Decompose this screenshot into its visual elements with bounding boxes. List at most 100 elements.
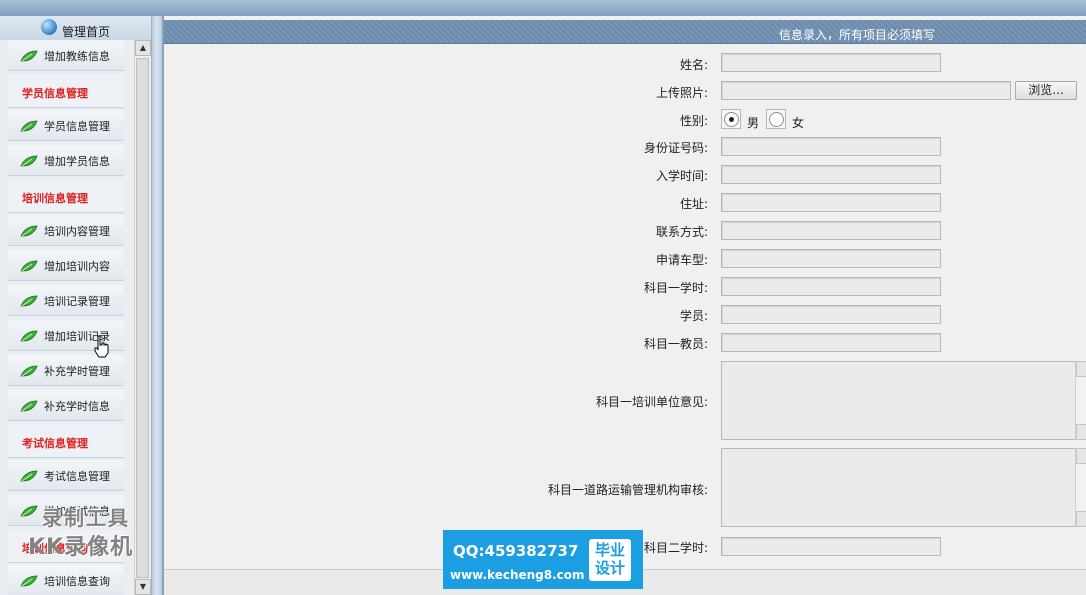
sidebar-item-label[interactable]: 增加培训内容 bbox=[44, 258, 110, 274]
sidebar-item-label[interactable]: 增加学员信息 bbox=[44, 153, 110, 169]
sidebar-group-label: 学员信息管理 bbox=[22, 87, 88, 100]
sidebar-item-label[interactable]: 补充学时管理 bbox=[44, 363, 110, 379]
student-input[interactable] bbox=[721, 305, 941, 324]
sidebar-group-header: 考试信息管理 bbox=[8, 425, 124, 458]
sidebar-item[interactable]: 增加培训内容 bbox=[8, 250, 124, 281]
badge-line1: 毕业 bbox=[594, 541, 625, 559]
banner-badge: 毕业 设计 bbox=[589, 539, 631, 581]
hand-cursor-icon bbox=[94, 335, 109, 358]
sidebar-item[interactable]: 学员信息管理 bbox=[8, 110, 124, 141]
sidebar-item[interactable]: 考试信息管理 bbox=[8, 460, 124, 491]
enroll-time-label: 入学时间: bbox=[655, 169, 708, 183]
top-bar bbox=[0, 0, 1086, 16]
sidebar-item-label[interactable]: 补充学时信息 bbox=[44, 398, 110, 414]
main-panel: 信息录入，所有项目必须填写 姓名: 上传照片: 浏览... 性别: 男 女 身份… bbox=[162, 16, 1086, 595]
sidebar-item-label[interactable]: 培训内容管理 bbox=[44, 223, 110, 239]
promo-banner: QQ:459382737 www.kecheng8.com 毕业 设计 bbox=[443, 530, 643, 589]
sidebar-item[interactable]: 培训信息查询 bbox=[8, 565, 124, 595]
scroll-up-arrow-icon[interactable] bbox=[1076, 448, 1086, 464]
contact-input[interactable] bbox=[721, 221, 941, 240]
sidebar-group-header: 学员信息管理 bbox=[8, 75, 124, 108]
leaf-icon bbox=[20, 50, 38, 62]
leaf-icon bbox=[20, 365, 38, 377]
sidebar-item[interactable]: 补充学时信息 bbox=[8, 390, 124, 421]
textarea-scrollbar[interactable] bbox=[1075, 448, 1086, 527]
gender-female-radio[interactable] bbox=[769, 112, 784, 127]
scroll-up-arrow-icon[interactable]: ▲ bbox=[135, 40, 151, 56]
leaf-icon bbox=[20, 225, 38, 237]
vehicle-type-label: 申请车型: bbox=[655, 253, 708, 267]
gender-label: 性别: bbox=[679, 114, 708, 128]
form-title: 信息录入，所有项目必须填写 bbox=[779, 28, 936, 42]
leaf-icon bbox=[20, 470, 38, 482]
leaf-icon bbox=[20, 400, 38, 412]
leaf-icon bbox=[20, 260, 38, 272]
gender-female-radio-frame bbox=[766, 109, 786, 129]
subject1-hours-input[interactable] bbox=[721, 277, 941, 296]
watermark-line2: KK录像机 bbox=[28, 535, 134, 560]
sidebar-item[interactable]: 培训内容管理 bbox=[8, 215, 124, 246]
textarea-scrollbar[interactable] bbox=[1075, 361, 1086, 440]
address-input[interactable] bbox=[721, 193, 941, 212]
sidebar-item-label[interactable]: 增加教练信息 bbox=[44, 48, 110, 64]
gender-male-label[interactable]: 男 bbox=[747, 114, 759, 131]
id-number-label: 身份证号码: bbox=[643, 141, 708, 155]
form-header: 信息录入，所有项目必须填写 bbox=[164, 20, 1086, 44]
sidebar-home[interactable]: 管理首页 bbox=[0, 16, 151, 40]
recorder-watermark: 录制工具 KK录像机 bbox=[28, 502, 151, 562]
scroll-thumb[interactable] bbox=[136, 58, 149, 578]
subject2-hours-label: 科目二学时: bbox=[643, 541, 708, 555]
address-label: 住址: bbox=[679, 197, 708, 211]
scroll-up-arrow-icon[interactable] bbox=[1076, 361, 1086, 377]
gender-male-radio-frame bbox=[721, 109, 741, 129]
scroll-down-arrow-icon[interactable] bbox=[1076, 511, 1086, 527]
sidebar: 管理首页 增加教练信息 学员信息管理 学员信息管理 增加学员信息 培训信息管理 培训内容管… bbox=[0, 16, 152, 595]
badge-line2: 设计 bbox=[594, 559, 625, 577]
sidebar-item-label[interactable]: 考试信息管理 bbox=[44, 468, 110, 484]
leaf-icon bbox=[20, 120, 38, 132]
watermark-line1: 录制工具 bbox=[42, 506, 130, 530]
leaf-icon bbox=[20, 155, 38, 167]
subject1-unit-opinion-textarea[interactable] bbox=[721, 361, 1086, 440]
sidebar-item-label[interactable]: 培训记录管理 bbox=[44, 293, 110, 309]
sidebar-item-label[interactable]: 培训信息查询 bbox=[44, 573, 110, 589]
app-window: 管理首页 增加教练信息 学员信息管理 学员信息管理 增加学员信息 培训信息管理 培训内容管… bbox=[0, 0, 1086, 595]
sidebar-item[interactable]: 增加学员信息 bbox=[8, 145, 124, 176]
subject1-road-review-textarea[interactable] bbox=[721, 448, 1086, 527]
student-label: 学员: bbox=[679, 309, 708, 323]
subject1-road-review-label: 科目一道路运输管理机构审核: bbox=[547, 483, 708, 497]
gender-male-radio[interactable] bbox=[724, 112, 739, 127]
subject2-hours-input[interactable] bbox=[721, 537, 941, 556]
sidebar-item[interactable]: 补充学时管理 bbox=[8, 355, 124, 386]
scroll-down-arrow-icon[interactable] bbox=[1076, 424, 1086, 440]
radio-selected-dot bbox=[729, 117, 734, 122]
photo-file-input[interactable] bbox=[721, 81, 1011, 100]
enroll-time-input[interactable] bbox=[721, 165, 941, 184]
subject1-hours-label: 科目一学时: bbox=[643, 281, 708, 295]
subject1-coach-label: 科目一教员: bbox=[643, 337, 708, 351]
name-input[interactable] bbox=[721, 53, 941, 72]
sidebar-group-label: 培训信息管理 bbox=[22, 192, 88, 205]
id-number-input[interactable] bbox=[721, 137, 941, 156]
name-label: 姓名: bbox=[679, 58, 708, 72]
scroll-down-arrow-icon[interactable]: ▼ bbox=[135, 579, 151, 595]
contact-label: 联系方式: bbox=[655, 225, 708, 239]
photo-label: 上传照片: bbox=[655, 86, 708, 100]
home-label[interactable]: 管理首页 bbox=[62, 23, 110, 40]
gender-female-label[interactable]: 女 bbox=[792, 114, 804, 131]
sidebar-item[interactable]: 增加教练信息 bbox=[8, 40, 124, 71]
browse-button[interactable]: 浏览... bbox=[1015, 81, 1077, 100]
subject1-unit-opinion-label: 科目一培训单位意见: bbox=[595, 395, 708, 409]
frame-divider[interactable] bbox=[152, 16, 162, 595]
sidebar-group-header: 培训信息管理 bbox=[8, 180, 124, 213]
globe-icon bbox=[41, 19, 57, 35]
sidebar-item-label[interactable]: 学员信息管理 bbox=[44, 118, 110, 134]
banner-qq: QQ:459382737 bbox=[453, 542, 579, 560]
subject1-coach-input[interactable] bbox=[721, 333, 941, 352]
banner-url: www.kecheng8.com bbox=[450, 568, 585, 582]
leaf-icon bbox=[20, 330, 38, 342]
vehicle-type-input[interactable] bbox=[721, 249, 941, 268]
leaf-icon bbox=[20, 575, 38, 587]
sidebar-item[interactable]: 培训记录管理 bbox=[8, 285, 124, 316]
leaf-icon bbox=[20, 295, 38, 307]
